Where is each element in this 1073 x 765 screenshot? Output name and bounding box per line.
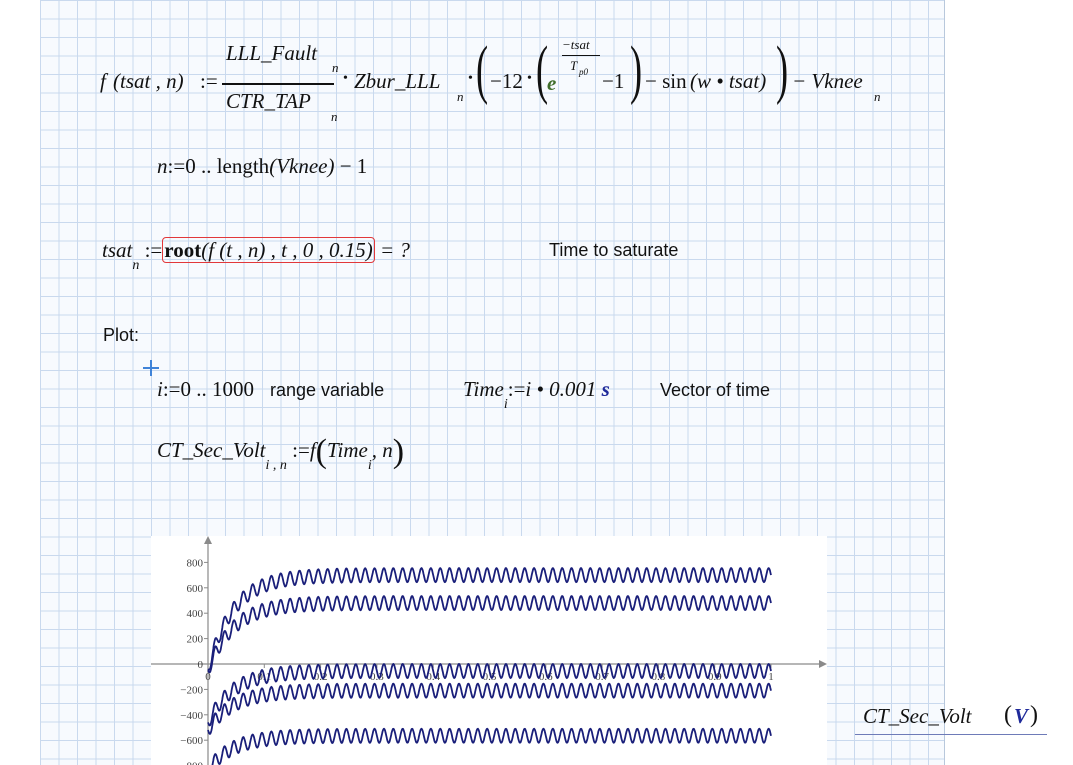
series-line-2 (207, 595, 772, 674)
y-tick-label: 800 (187, 557, 204, 569)
sin-argument: (w • tsat) (690, 69, 767, 93)
sin-function: − sin (645, 69, 687, 93)
y-tick-label: −600 (180, 735, 203, 747)
y-tick-label: 0 (198, 659, 204, 671)
assign-operator: := (167, 154, 186, 178)
open-paren: ( (315, 433, 327, 470)
lll-fault-variable: LLL_Fault (226, 41, 318, 65)
time-argument-subscript: i (367, 457, 372, 473)
comment-range-variable[interactable]: range variable (270, 380, 384, 401)
close-paren-inner: ) (630, 33, 643, 106)
time-variable: Time (463, 377, 504, 401)
x-tick-label: 1 (768, 671, 774, 683)
zbur-lll-subscript: n (457, 89, 464, 104)
n-argument: , n (371, 437, 393, 462)
comment-time-to-saturate[interactable]: Time to saturate (549, 240, 678, 261)
length-function: length (216, 154, 270, 178)
exponential-e: e (547, 71, 557, 95)
n-variable: n (157, 154, 168, 178)
exp-denominator-subscript: p0 (579, 67, 588, 77)
series-line-5 (211, 727, 772, 765)
assign-operator: := (507, 377, 526, 401)
multiply-dot: • (468, 71, 473, 86)
exp-fraction-bar (562, 55, 600, 56)
minus-one: −1 (602, 69, 625, 93)
range-start: 0 .. (185, 154, 212, 178)
assign-operator: := (162, 377, 181, 401)
assign-operator: := (200, 69, 218, 93)
f-args: (tsat , n) (113, 69, 184, 93)
zbur-lll-variable: Zbur_LLL (354, 69, 441, 93)
assign-operator: := (292, 437, 310, 462)
insertion-crosshair (143, 360, 159, 376)
y-expression-unit: V (1014, 704, 1029, 728)
lll-fault-subscript: n (332, 60, 339, 75)
minus-twelve: −12 (490, 69, 523, 93)
exp-numerator: −tsat (562, 37, 590, 52)
vknee-subscript: n (874, 89, 881, 104)
plot-y-expression[interactable]: CT_Sec_Volt ( V ) (855, 700, 1047, 735)
seconds-unit: s (601, 377, 610, 401)
assign-operator: := (144, 238, 163, 262)
series-line-1 (207, 566, 772, 671)
y-tick-label: 400 (187, 608, 204, 620)
y-tick-label: −200 (180, 684, 203, 696)
y-tick-label: −400 (180, 710, 203, 722)
series-line-4 (207, 682, 772, 735)
equation-ct-sec-volt[interactable]: CT_Sec_Volti , n :=f(Timei, n) (157, 433, 405, 473)
comment-vector-of-time[interactable]: Vector of time (660, 380, 770, 401)
open-paren-outer: ( (476, 33, 489, 106)
tsat-variable: tsat (102, 238, 133, 262)
multiply-dot: • (527, 71, 532, 86)
x-axis-arrow (819, 660, 827, 668)
multiply-dot: • (343, 71, 348, 86)
ct-sec-volt-variable: CT_Sec_Volt (157, 437, 266, 462)
plot-heading[interactable]: Plot: (103, 325, 139, 346)
ct-sec-volt-subscript: i , n (265, 457, 287, 473)
close-paren-outer: ) (776, 33, 789, 106)
ctr-tap-variable: CTR_TAP (226, 89, 311, 113)
equation-n-range[interactable]: n:=0 .. length(Vknee) − 1 (157, 154, 367, 179)
ct-sec-volt-plot[interactable]: 8006004002000−200−400−600−80000.10.20.30… (151, 536, 827, 765)
vknee-term: − Vknee (792, 69, 863, 93)
close-paren: ) (392, 433, 405, 470)
ctr-tap-subscript: n (331, 109, 338, 124)
minus-one: − 1 (339, 154, 368, 178)
y-tick-label: −800 (180, 761, 203, 765)
equation-tsat-root[interactable]: tsatn :=root(f (t , n) , t , 0 , 0.15) =… (102, 237, 410, 273)
time-argument: Time (327, 437, 368, 462)
exp-denominator: T (570, 58, 578, 73)
time-subscript: i (503, 397, 508, 412)
i-range: 0 .. 1000 (180, 377, 255, 401)
y-tick-label: 200 (187, 634, 204, 646)
equation-time-vector[interactable]: Timei:=i • 0.001 s (463, 377, 610, 412)
equation-i-range[interactable]: i:=0 .. 1000 (157, 377, 254, 402)
tsat-subscript: n (132, 258, 140, 273)
length-argument: (Vknee) (269, 154, 335, 178)
y-tick-label: 600 (187, 583, 204, 595)
y-expression-unit-open: ( (1004, 702, 1012, 728)
open-paren-inner: ( (536, 33, 549, 106)
plot-svg: 8006004002000−200−400−600−80000.10.20.30… (151, 536, 827, 765)
root-expression-selected[interactable]: root(f (t , n) , t , 0 , 0.15) (162, 237, 375, 263)
y-expression-name: CT_Sec_Volt (863, 704, 972, 728)
root-function: root (164, 238, 202, 262)
time-expression: i • 0.001 (525, 377, 597, 401)
y-expression-unit-close: ) (1030, 702, 1038, 728)
y-axis-arrow (204, 536, 212, 544)
fraction-bar (222, 83, 334, 85)
evaluation-result: = ? (379, 238, 410, 262)
root-arguments: (f (t , n) , t , 0 , 0.15) (201, 238, 373, 262)
f-name: f (100, 69, 106, 93)
